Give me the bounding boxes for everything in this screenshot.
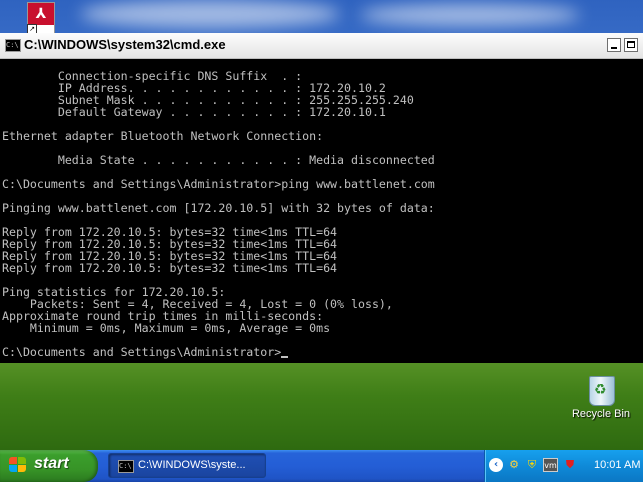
show-hidden-icons-chevron-icon[interactable]: ‹: [489, 458, 503, 472]
console-line: Minimum = 0ms, Maximum = 0ms, Average = …: [2, 321, 331, 335]
console-line: Pinging www.battlenet.com [172.20.10.5] …: [2, 201, 435, 215]
cmd-icon: C:\: [118, 460, 134, 473]
recycle-bin[interactable]: ♻ Recycle Bin: [565, 372, 637, 420]
wallpaper-cloud: [360, 4, 580, 26]
taskbar-item-cmd[interactable]: C:\ C:\WINDOWS\syste...: [108, 453, 266, 478]
recycle-bin-icon: ♻: [586, 372, 616, 406]
console-line: Reply from 172.20.10.5: bytes=32 time<1m…: [2, 261, 338, 275]
maximize-button[interactable]: [624, 38, 638, 52]
system-tray: ‹ ⚙ ⛨ vm ⛊ 10:01 AM: [484, 450, 643, 482]
window-title: C:\WINDOWS\system32\cmd.exe: [24, 37, 226, 52]
console-output[interactable]: Connection-specific DNS Suffix . : IP Ad…: [0, 59, 643, 363]
start-label: start: [34, 455, 69, 472]
title-bar[interactable]: C:\ C:\WINDOWS\system32\cmd.exe: [0, 33, 643, 59]
vmware-icon[interactable]: vm: [543, 458, 558, 472]
console-lines: Connection-specific DNS Suffix . : IP Ad…: [2, 70, 435, 358]
console-line: Default Gateway . . . . . . . . . : 172.…: [2, 105, 386, 119]
console-line: C:\Documents and Settings\Administrator>: [2, 346, 435, 358]
windows-flag-icon: [9, 457, 27, 474]
security-shield-icon[interactable]: ⛨: [525, 458, 539, 472]
console-line: Ethernet adapter Bluetooth Network Conne…: [2, 129, 324, 143]
cmd-window[interactable]: C:\ C:\WINDOWS\system32\cmd.exe Connecti…: [0, 33, 643, 363]
start-button[interactable]: start: [0, 450, 98, 482]
cmd-icon[interactable]: C:\: [5, 39, 21, 52]
clock[interactable]: 10:01 AM: [594, 459, 640, 471]
taskbar-item-label: C:\WINDOWS\syste...: [138, 459, 246, 471]
console-line: Media State . . . . . . . . . . . : Medi…: [2, 153, 435, 167]
wallpaper-cloud: [80, 0, 340, 28]
taskbar: start C:\ C:\WINDOWS\syste... ‹ ⚙ ⛨ vm ⛊…: [0, 450, 643, 482]
alert-shield-icon[interactable]: ⛊: [563, 458, 577, 472]
text-cursor: [281, 356, 289, 358]
minimize-button[interactable]: [607, 38, 621, 52]
console-line: C:\Documents and Settings\Administrator>…: [2, 177, 435, 191]
acrobat-icon[interactable]: ⅄ ↗: [27, 2, 55, 34]
acrobat-logo: ⅄: [28, 3, 54, 25]
recycle-bin-label: Recycle Bin: [571, 408, 631, 420]
network-icon[interactable]: ⚙: [507, 458, 521, 472]
